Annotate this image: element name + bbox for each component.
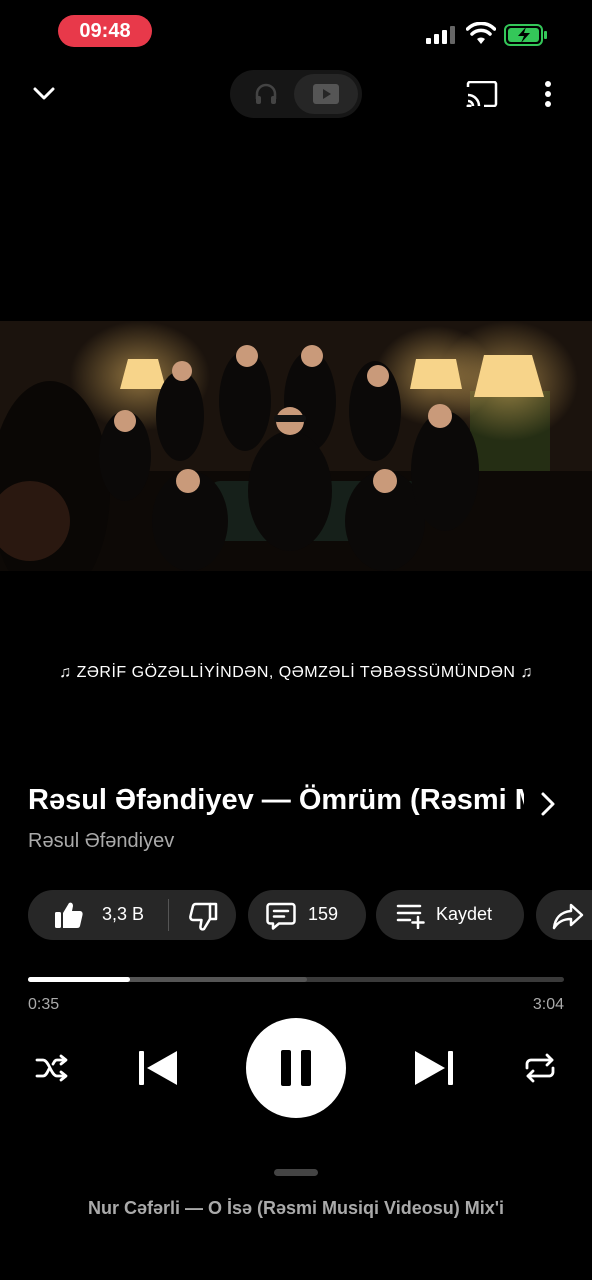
chevron-down-icon	[33, 87, 55, 100]
skip-next-icon	[415, 1051, 453, 1085]
thumbs-up-icon	[55, 902, 83, 928]
audio-video-switch[interactable]	[230, 70, 362, 118]
cast-button[interactable]	[462, 76, 502, 112]
like-button[interactable]: 3,3 B	[28, 890, 168, 940]
repeat-button[interactable]	[520, 1048, 560, 1088]
comment-icon	[266, 902, 296, 930]
seek-bar[interactable]	[28, 977, 564, 982]
comments-button[interactable]: 159	[248, 890, 366, 940]
play-pause-button[interactable]	[246, 1018, 346, 1118]
dislike-button[interactable]	[178, 890, 236, 940]
video-player[interactable]	[0, 321, 592, 571]
up-next-title[interactable]: Nur Cəfərli — O İsə (Rəsmi Musiqi Videos…	[0, 1198, 592, 1219]
thumbs-down-icon	[189, 902, 218, 931]
pause-icon	[281, 1050, 311, 1086]
save-button[interactable]: Kaydet	[376, 890, 524, 940]
video-frame-image	[0, 321, 592, 571]
artist-name[interactable]: Rəsul Əfəndiyev	[28, 830, 174, 853]
current-time: 0:35	[28, 996, 60, 1013]
share-icon	[552, 903, 584, 930]
headphones-icon	[255, 83, 277, 104]
like-count: 3,3 B	[102, 904, 145, 924]
more-vertical-icon	[545, 81, 551, 107]
shuffle-icon	[35, 1054, 68, 1082]
signal-icon	[426, 26, 455, 44]
total-time: 3:04	[532, 996, 564, 1013]
drag-handle[interactable]	[274, 1169, 318, 1176]
skip-previous-icon	[139, 1051, 177, 1085]
cast-icon	[466, 81, 498, 107]
track-title[interactable]: Rəsul Əfəndiyev — Ömrüm (Rəsmi Musiqi Vi…	[28, 784, 524, 824]
status-time: 09:48	[58, 15, 152, 47]
comment-count: 159	[308, 904, 339, 924]
video-icon	[313, 84, 339, 104]
battery-charging-icon	[504, 24, 547, 46]
lyric-caption: ♫ ZƏRİF GÖZƏLLİYİNDƏN, QƏMZƏLİ TƏBƏSSÜMÜ…	[59, 664, 533, 681]
next-button[interactable]	[410, 1044, 458, 1092]
collapse-player-button[interactable]	[24, 76, 64, 112]
audio-mode-button[interactable]	[238, 76, 294, 112]
playlist-add-icon	[396, 904, 425, 929]
repeat-icon	[525, 1053, 555, 1083]
shuffle-button[interactable]	[32, 1048, 72, 1088]
video-mode-button[interactable]	[294, 74, 358, 114]
save-label: Kaydet	[436, 904, 493, 924]
wifi-icon	[466, 22, 496, 44]
chevron-right-icon[interactable]	[536, 790, 560, 818]
more-options-button[interactable]	[530, 74, 566, 114]
share-button[interactable]	[536, 890, 592, 940]
played-bar	[28, 977, 130, 982]
previous-button[interactable]	[134, 1044, 182, 1092]
like-dislike-chip: 3,3 B	[28, 890, 236, 940]
chip-divider	[168, 899, 169, 931]
